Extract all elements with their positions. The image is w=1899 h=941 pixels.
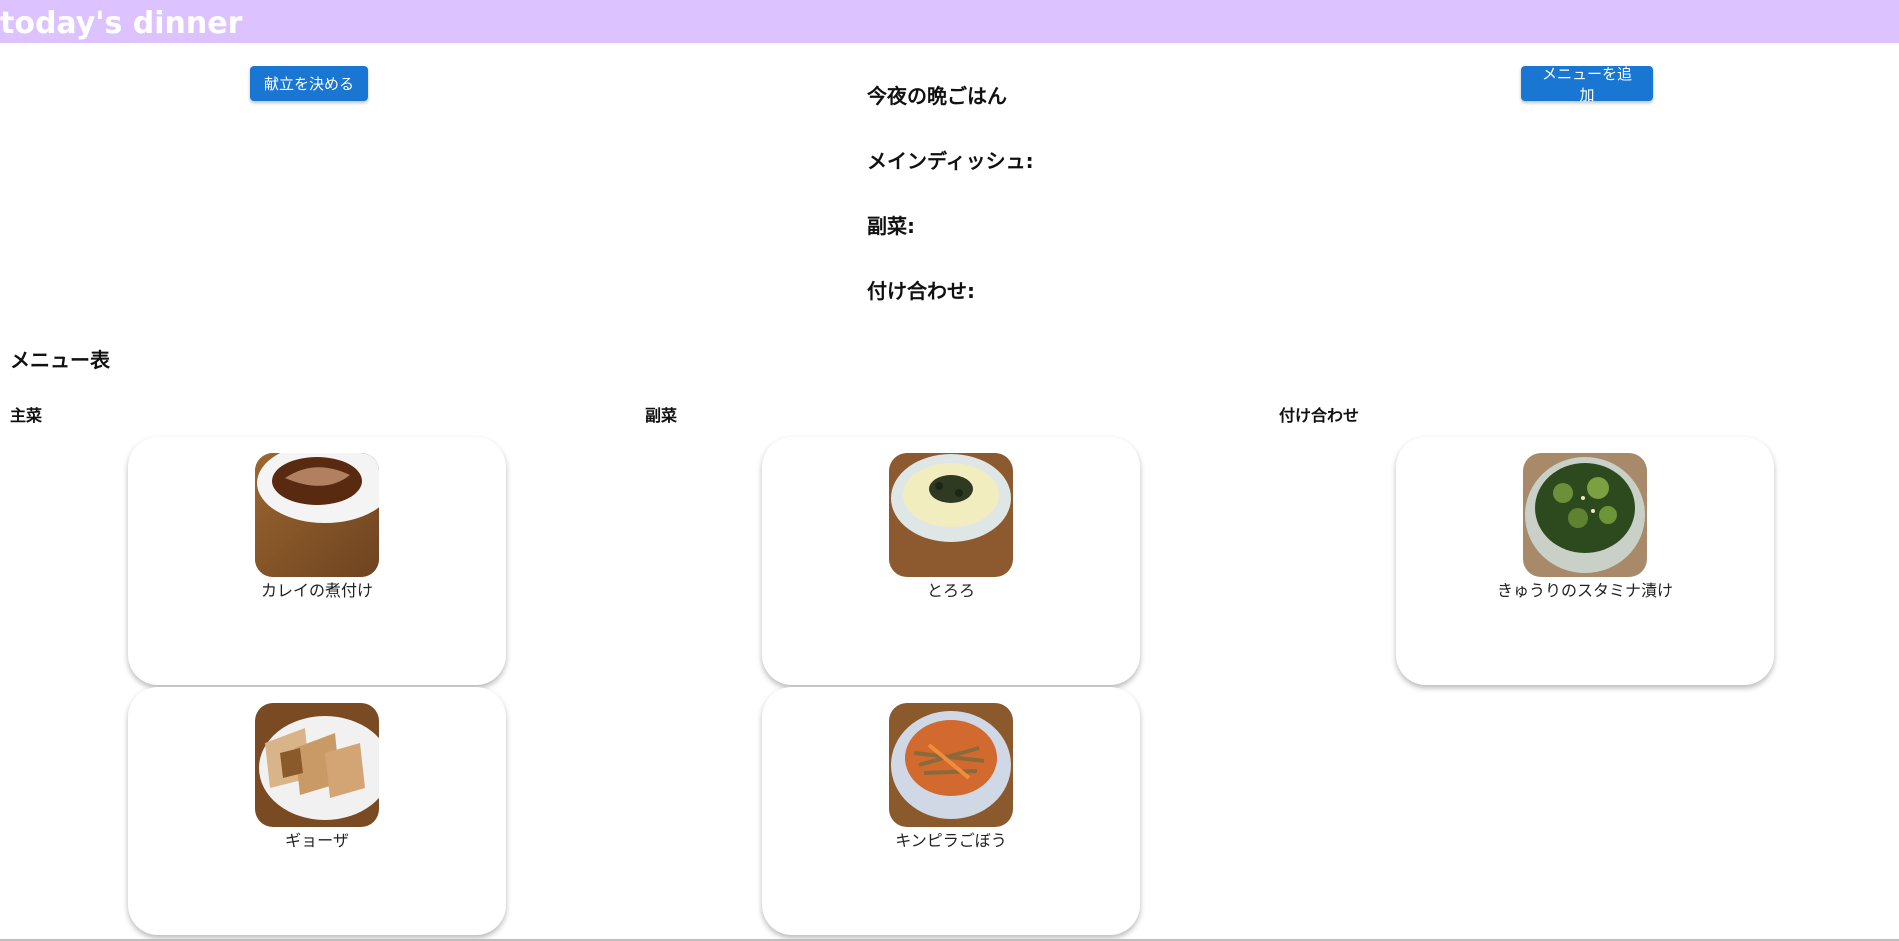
- menu-item-name: キンピラごぼう: [895, 831, 1007, 850]
- menu-card[interactable]: ギョーザ: [128, 687, 506, 935]
- menu-card[interactable]: きゅうりのスタミナ漬け: [1396, 437, 1774, 685]
- menu-item-name: きゅうりのスタミナ漬け: [1496, 581, 1673, 600]
- menu-card[interactable]: カレイの煮付け: [128, 437, 506, 685]
- gyoza-photo: [255, 703, 379, 827]
- decide-menu-button[interactable]: 献立を決める: [250, 66, 368, 101]
- menu-card[interactable]: キンピラごぼう: [762, 687, 1140, 935]
- simmered-flounder-photo: [255, 453, 379, 577]
- add-menu-button[interactable]: メニューを追加: [1521, 65, 1653, 104]
- menu-table-title: メニュー表: [10, 348, 110, 372]
- menu-item-name: ギョーザ: [285, 831, 349, 850]
- main-dish-label: メインディッシュ:: [867, 149, 1034, 173]
- column-header-main: 主菜: [10, 406, 43, 425]
- tonight-title: 今夜の晩ごはん: [867, 84, 1007, 108]
- menu-card[interactable]: とろろ: [762, 437, 1140, 685]
- tororo-photo: [889, 453, 1013, 577]
- app-title: today's dinner: [0, 6, 243, 41]
- menu-item-name: カレイの煮付け: [260, 581, 373, 600]
- menu-item-name: とろろ: [926, 581, 975, 600]
- cucumber-pickle-photo: [1523, 453, 1647, 577]
- app-header: today's dinner: [0, 0, 1899, 43]
- kinpira-gobo-photo: [889, 703, 1013, 827]
- column-header-side: 副菜: [645, 406, 678, 425]
- side-dish-label: 副菜:: [867, 214, 915, 238]
- tonight-dinner-panel: 今夜の晩ごはん メインディッシュ: 副菜: 付け合わせ:: [867, 80, 1034, 340]
- column-header-garnish: 付け合わせ: [1279, 406, 1360, 425]
- garnish-label: 付け合わせ:: [867, 279, 975, 303]
